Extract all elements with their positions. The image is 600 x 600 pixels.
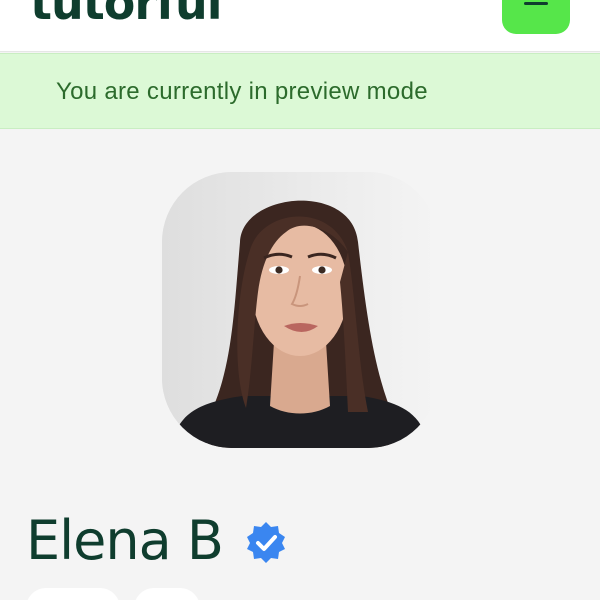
top-header: tutorful [0, 0, 600, 52]
profile-tag-chip [134, 588, 200, 600]
hamburger-menu-icon [524, 2, 548, 5]
tutor-avatar [162, 172, 438, 448]
verified-badge-icon [247, 522, 285, 563]
preview-mode-text: You are currently in preview mode [56, 78, 428, 105]
menu-button[interactable] [502, 0, 570, 34]
preview-mode-banner: You are currently in preview mode [0, 53, 600, 129]
page: tutorful You are currently in preview mo… [0, 0, 600, 600]
profile-tag-chip [26, 588, 120, 600]
tutorful-logo[interactable]: tutorful [30, 0, 223, 26]
avatar-portrait-image [162, 172, 438, 448]
tutor-name: Elena B [26, 509, 224, 572]
